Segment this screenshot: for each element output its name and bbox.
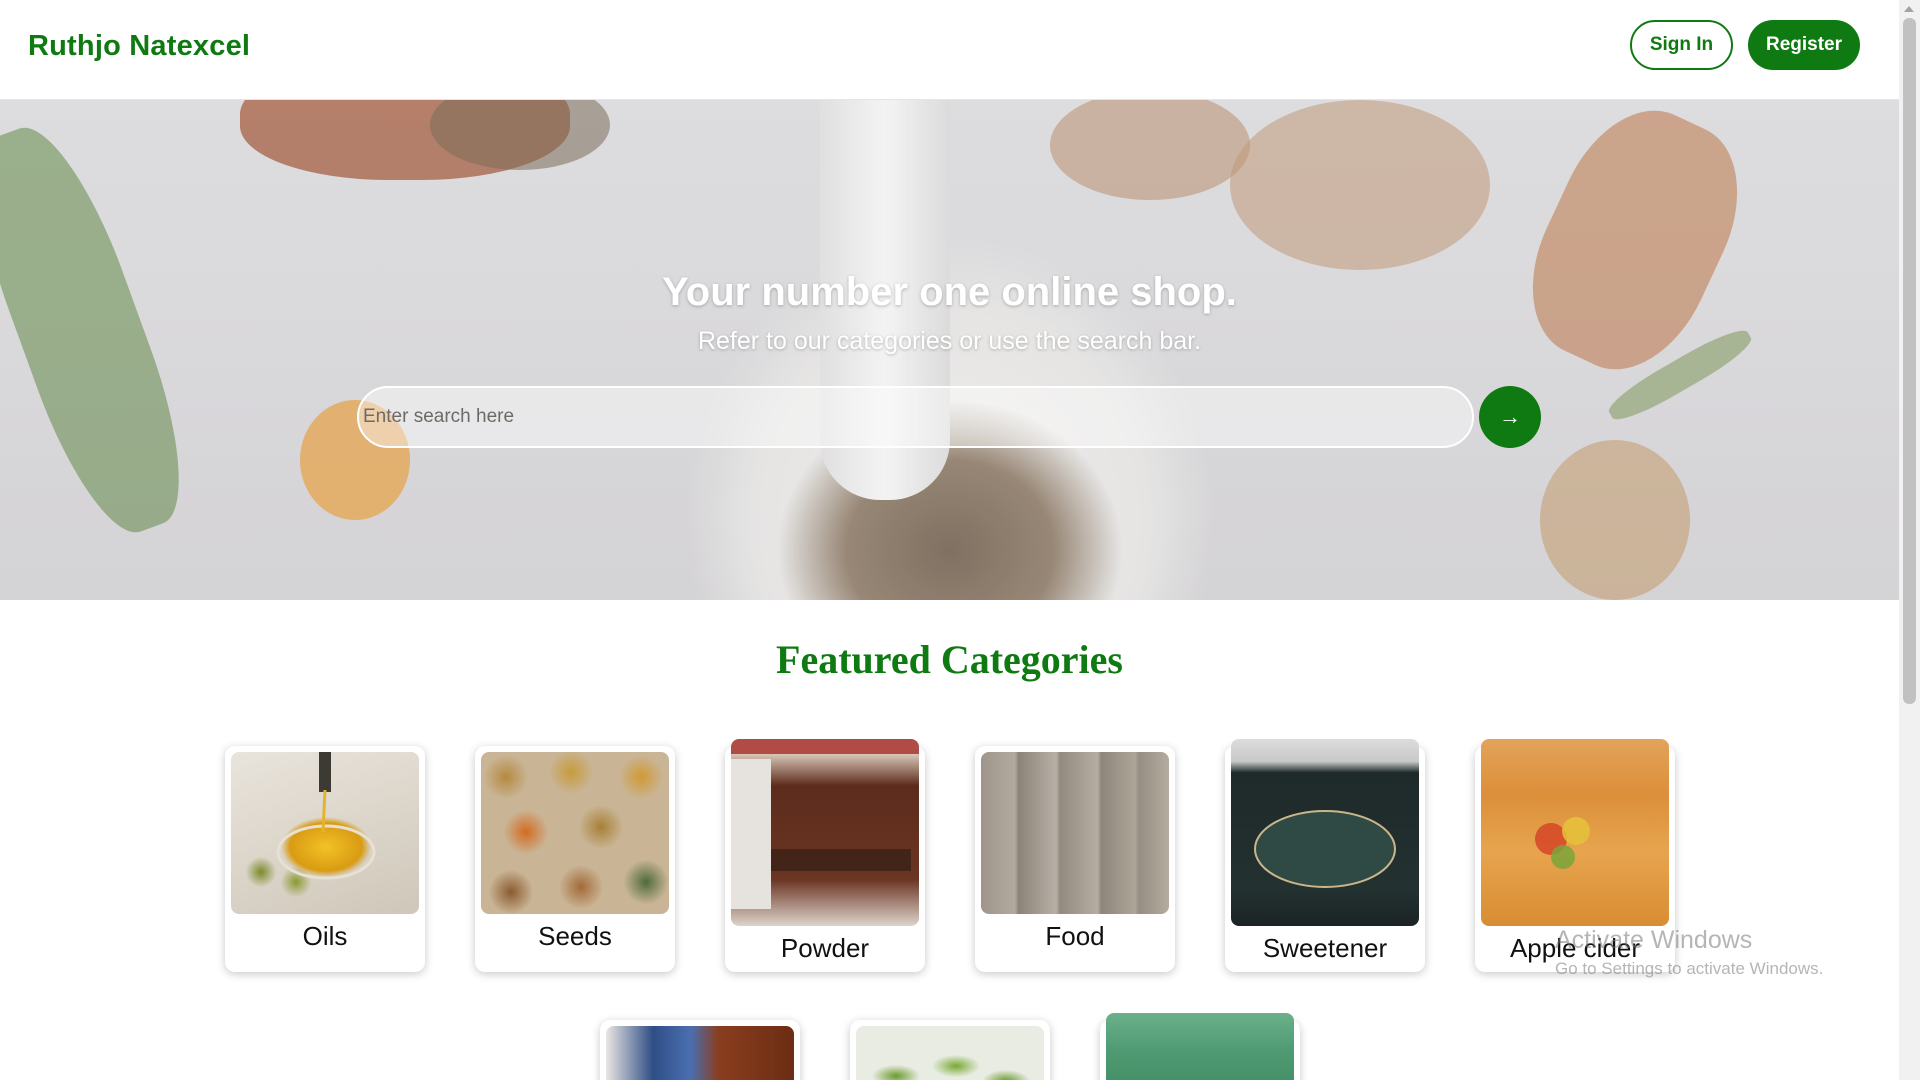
vertical-scrollbar[interactable]: [1899, 0, 1920, 1080]
apple-cider-bottle-image: [1481, 739, 1669, 926]
search-bar: [357, 386, 1474, 448]
search-submit-button[interactable]: →: [1479, 386, 1541, 448]
green-tins-image: [1106, 1013, 1294, 1080]
seeds-sacks-image: [481, 752, 669, 914]
category-label: Oils: [302, 921, 348, 951]
category-card-food[interactable]: Food: [975, 746, 1175, 972]
hero-title: Your number one online shop.: [662, 270, 1237, 314]
category-card[interactable]: [600, 1020, 800, 1080]
category-card-seeds[interactable]: Seeds: [475, 746, 675, 972]
hero-banner: Your number one online shop. Refer to ou…: [0, 100, 1899, 600]
register-button[interactable]: Register: [1748, 20, 1860, 70]
category-card[interactable]: [850, 1020, 1050, 1080]
featured-categories-heading: Featured Categories: [776, 637, 1123, 682]
category-label: Powder: [780, 933, 870, 963]
category-label: Seeds: [538, 921, 612, 951]
category-label: Food: [1045, 921, 1105, 951]
category-card-oils[interactable]: Oils: [225, 746, 425, 972]
top-navbar: Ruthjo Natexcel Sign In Register: [0, 0, 1899, 100]
category-label: Sweetener: [1262, 933, 1388, 963]
sign-in-button[interactable]: Sign In: [1630, 20, 1733, 70]
molasses-jar-image: [1231, 739, 1419, 926]
brand-logo[interactable]: Ruthjo Natexcel: [28, 30, 250, 63]
category-card-sweetener[interactable]: Sweetener: [1225, 739, 1425, 972]
oil-bowl-image: [231, 752, 419, 914]
windows-activation-watermark: Activate Windows: [1555, 926, 1753, 954]
scrollbar-thumb[interactable]: [1903, 18, 1916, 704]
boxed-product-image: [606, 1026, 794, 1080]
scroll-up-icon[interactable]: [1904, 6, 1914, 12]
category-card-powder[interactable]: Powder: [725, 739, 925, 972]
arrow-right-icon: →: [1499, 404, 1521, 429]
green-capsules-image: [856, 1026, 1044, 1080]
page: Ruthjo Natexcel Sign In Register Your nu…: [0, 0, 1899, 1080]
food-bags-image: [981, 752, 1169, 914]
cinnamon-powder-jar-image: [731, 739, 919, 926]
windows-activation-subtext: Go to Settings to activate Windows.: [1555, 959, 1824, 978]
category-card[interactable]: [1100, 1013, 1300, 1080]
hero-subtitle: Refer to our categories or use the searc…: [697, 327, 1202, 355]
search-input[interactable]: [363, 388, 1472, 446]
